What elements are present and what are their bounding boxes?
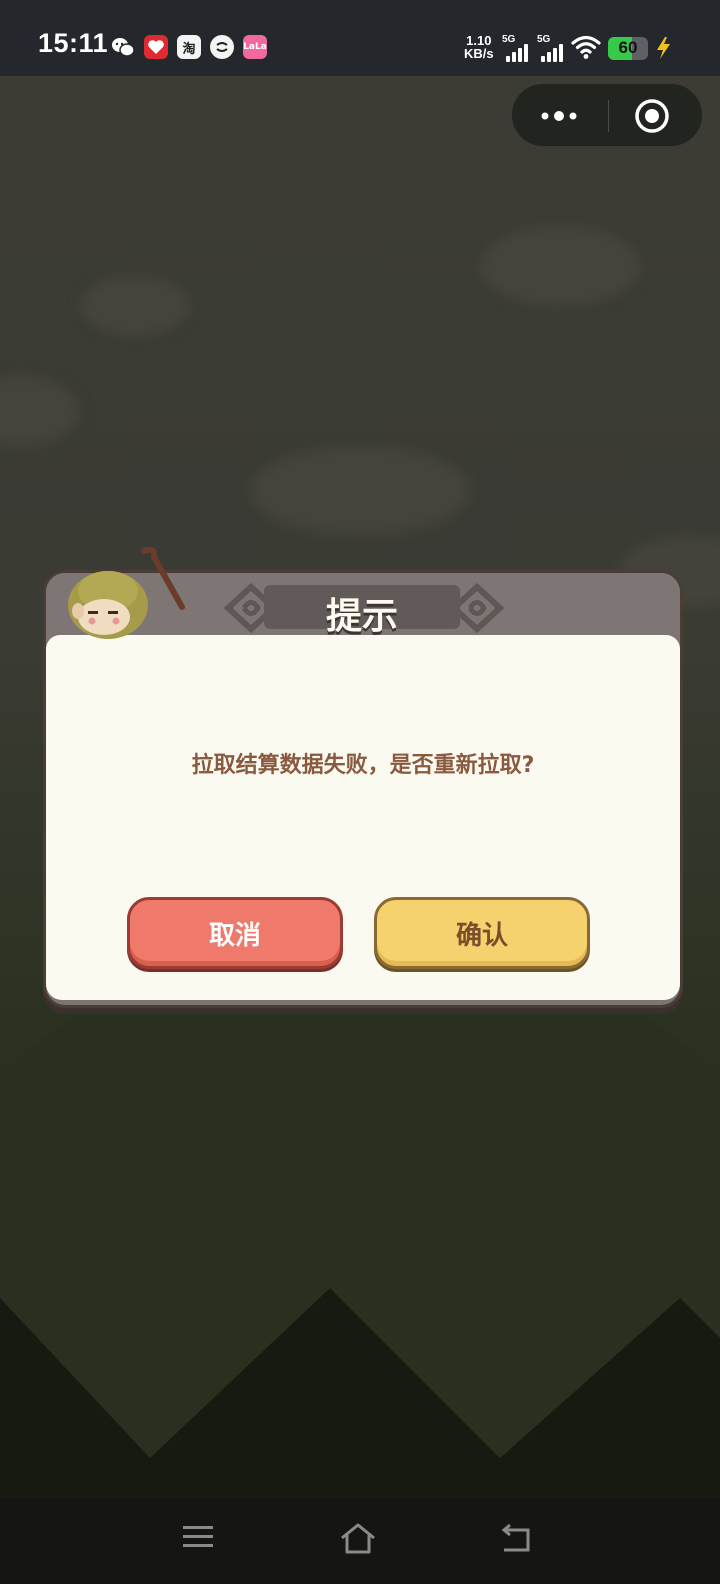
ground-spikes	[0, 1288, 720, 1498]
dialog-message: 拉取结算数据失败，是否重新拉取?	[191, 753, 535, 778]
back-icon[interactable]	[496, 1522, 536, 1558]
confirm-button[interactable]: 确认	[374, 897, 590, 969]
round-app-icon	[210, 35, 234, 59]
network-speed-unit: KB/s	[464, 46, 494, 61]
prompt-dialog: 提示 拉取结算数据失败，是否重新拉取? 取消 确认	[43, 547, 683, 1008]
wifi-icon	[571, 34, 601, 64]
red-heart-app-icon	[144, 35, 168, 59]
system-nav-bar	[0, 1498, 720, 1584]
charging-icon	[654, 36, 672, 64]
miniprogram-capsule	[511, 83, 703, 147]
status-bar: 15:11 淘 LaLa 1.10 KB/s 5G 5G 60	[0, 0, 720, 76]
home-icon[interactable]	[338, 1522, 378, 1558]
signal-icon-1: 5G	[502, 34, 532, 62]
pink-app-icon: LaLa	[243, 35, 267, 59]
menu-icon[interactable]	[180, 1522, 220, 1558]
notification-icons: 淘 LaLa	[111, 35, 267, 59]
title-plate: 提示	[264, 585, 460, 637]
signal-icon-2: 5G	[537, 34, 567, 62]
close-miniprogram-icon[interactable]	[633, 97, 671, 139]
status-time: 15:11	[38, 28, 109, 58]
battery-percent: 60	[618, 38, 638, 57]
dialog-title: 提示	[325, 596, 398, 637]
mascot-character	[68, 547, 185, 639]
dialog-body: 拉取结算数据失败，是否重新拉取? 取消 确认	[46, 635, 680, 1000]
wechat-icon	[111, 35, 135, 59]
more-options-icon[interactable]	[540, 106, 580, 130]
taobao-icon: 淘	[177, 35, 201, 59]
network-speed: 1.10 KB/s	[464, 34, 494, 60]
battery-icon: 60	[608, 37, 648, 60]
cancel-button[interactable]: 取消	[127, 897, 343, 969]
capsule-divider	[608, 100, 609, 132]
